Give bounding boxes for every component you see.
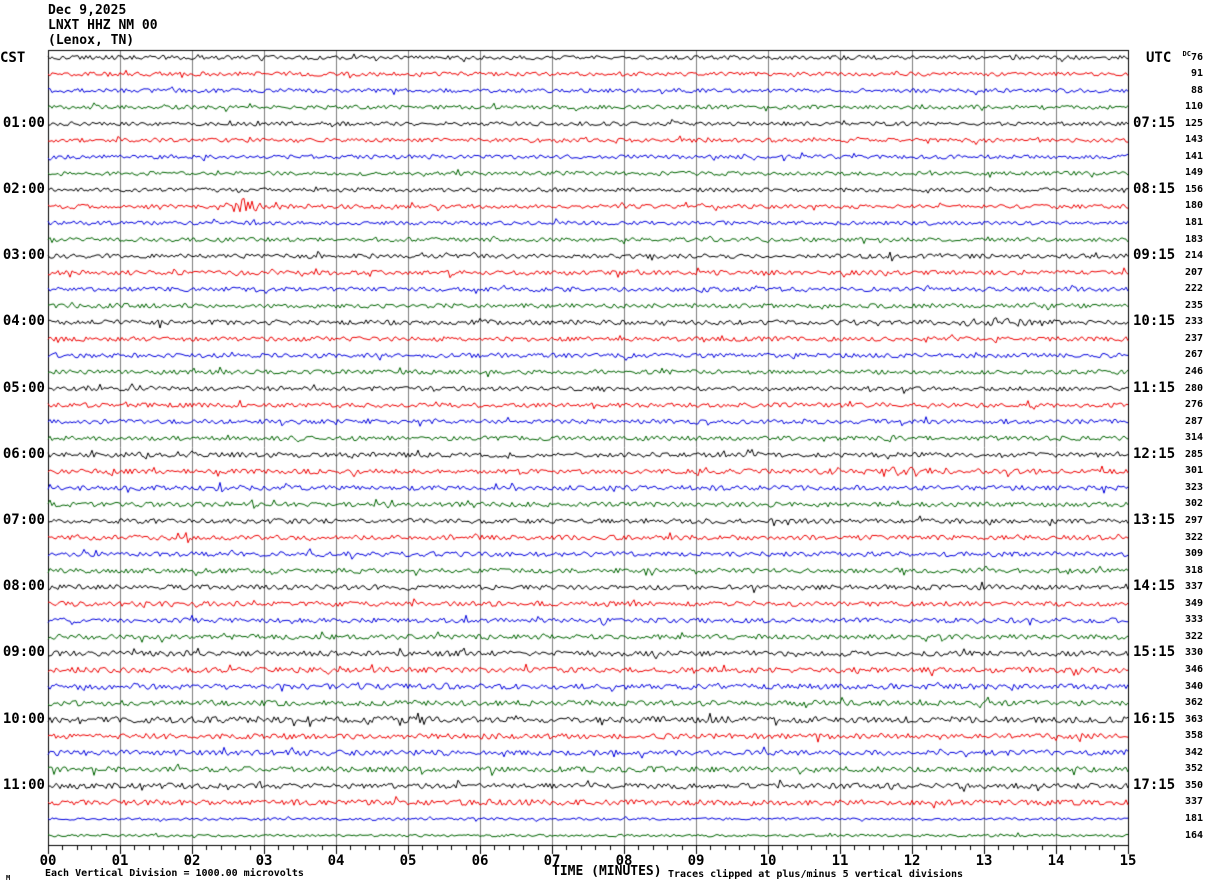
x-tick-label: 14 xyxy=(1047,853,1065,869)
seismogram-plot-canvas xyxy=(0,0,1210,886)
cst-hour-label: 10:00 xyxy=(2,710,45,727)
helicorder-screen: Dec 9,2025 LNXT HHZ NM 00 (Lenox, TN) CS… xyxy=(0,0,1210,886)
trace-amplitude-value: 222 xyxy=(1184,283,1203,295)
trace-amplitude-value: 181 xyxy=(1184,217,1203,229)
trace-amplitude-value: 309 xyxy=(1184,548,1203,560)
trace-amplitude-value: 180 xyxy=(1184,200,1203,212)
dc-prefix: DC xyxy=(1182,49,1191,58)
trace-amplitude-value: 346 xyxy=(1184,664,1203,676)
trace-amplitude-value: 352 xyxy=(1184,763,1203,775)
trace-amplitude-value: 267 xyxy=(1184,349,1203,361)
x-tick-label: 04 xyxy=(327,853,345,869)
x-tick-label: 15 xyxy=(1119,853,1137,869)
cst-hour-label: 08:00 xyxy=(2,578,45,595)
x-tick-label: 01 xyxy=(111,853,129,869)
trace-amplitude-value: 237 xyxy=(1184,332,1203,344)
trace-amplitude-value: 280 xyxy=(1184,382,1203,394)
trace-amplitude-value: 285 xyxy=(1184,448,1203,460)
clip-note: Traces clipped at plus/minus 5 vertical … xyxy=(668,869,964,880)
trace-amplitude-value: 322 xyxy=(1184,630,1203,642)
trace-amplitude-value: 164 xyxy=(1184,829,1203,841)
header-date: Dec 9,2025 xyxy=(48,3,127,18)
trace-amplitude-value: 302 xyxy=(1184,498,1203,510)
cst-hour-label: 03:00 xyxy=(2,247,45,264)
trace-amplitude-value: 214 xyxy=(1184,250,1203,262)
cst-hour-label: 06:00 xyxy=(2,445,45,462)
trace-amplitude-value: 88 xyxy=(1190,84,1203,96)
footer-logo-mark: M xyxy=(6,874,11,882)
trace-amplitude-value: 362 xyxy=(1184,697,1203,709)
header-station: LNXT HHZ NM 00 xyxy=(48,18,158,33)
trace-amplitude-value: 235 xyxy=(1184,299,1203,311)
trace-amplitude-value: 246 xyxy=(1184,366,1203,378)
trace-amplitude-value: 358 xyxy=(1184,730,1203,742)
cst-hour-label: 07:00 xyxy=(2,512,45,529)
x-tick-label: 12 xyxy=(903,853,921,869)
trace-amplitude-value: 323 xyxy=(1184,481,1203,493)
trace-amplitude-value: 287 xyxy=(1184,415,1203,427)
trace-amplitude-value: 301 xyxy=(1184,465,1203,477)
trace-amplitude-value: 337 xyxy=(1184,796,1203,808)
x-tick-label: 11 xyxy=(831,853,849,869)
trace-amplitude-value: 350 xyxy=(1184,779,1203,791)
trace-amplitude-value: 337 xyxy=(1184,581,1203,593)
trace-amplitude-value: 340 xyxy=(1184,680,1203,692)
x-tick-label: 00 xyxy=(39,853,57,869)
trace-amplitude-value: 156 xyxy=(1184,183,1203,195)
trace-amplitude-value: 125 xyxy=(1184,117,1203,129)
trace-amplitude-value: 322 xyxy=(1184,531,1203,543)
x-axis-title: TIME (MINUTES) xyxy=(552,864,662,879)
trace-amplitude-value: 318 xyxy=(1184,564,1203,576)
cst-hour-label: 01:00 xyxy=(2,114,45,131)
trace-amplitude-value: 276 xyxy=(1184,399,1203,411)
trace-amplitude-value: 91 xyxy=(1190,68,1203,80)
trace-amplitude-value: 314 xyxy=(1184,432,1203,444)
trace-amplitude-value: 110 xyxy=(1184,101,1203,113)
trace-amplitude-value: 207 xyxy=(1184,266,1203,278)
cst-hour-label: 11:00 xyxy=(2,776,45,793)
left-timezone-label: CST xyxy=(0,50,26,66)
cst-hour-label: 05:00 xyxy=(2,379,45,396)
trace-amplitude-value: 181 xyxy=(1184,813,1203,825)
trace-amplitude-value: 333 xyxy=(1184,614,1203,626)
scale-note: Each Vertical Division = 1000.00 microvo… xyxy=(45,868,304,879)
cst-hour-label: 04:00 xyxy=(2,313,45,330)
cst-hour-label: 09:00 xyxy=(2,644,45,661)
x-tick-label: 09 xyxy=(687,853,705,869)
trace-amplitude-value: DC76 xyxy=(1182,49,1203,63)
x-tick-label: 10 xyxy=(759,853,777,869)
trace-amplitude-value: 349 xyxy=(1184,597,1203,609)
trace-amplitude-value: 297 xyxy=(1184,515,1203,527)
trace-amplitude-value: 183 xyxy=(1184,233,1203,245)
x-tick-label: 13 xyxy=(975,853,993,869)
trace-amplitude-value: 363 xyxy=(1184,713,1203,725)
x-tick-label: 03 xyxy=(255,853,273,869)
header-location: (Lenox, TN) xyxy=(48,33,135,48)
x-tick-label: 06 xyxy=(471,853,489,869)
x-tick-label: 05 xyxy=(399,853,417,869)
cst-hour-label: 02:00 xyxy=(2,180,45,197)
trace-amplitude-value: 342 xyxy=(1184,746,1203,758)
trace-amplitude-value: 330 xyxy=(1184,647,1203,659)
trace-amplitude-value: 143 xyxy=(1184,134,1203,146)
x-tick-label: 02 xyxy=(183,853,201,869)
trace-amplitude-value: 141 xyxy=(1184,150,1203,162)
trace-amplitude-value: 233 xyxy=(1184,316,1203,328)
trace-amplitude-value: 149 xyxy=(1184,167,1203,179)
